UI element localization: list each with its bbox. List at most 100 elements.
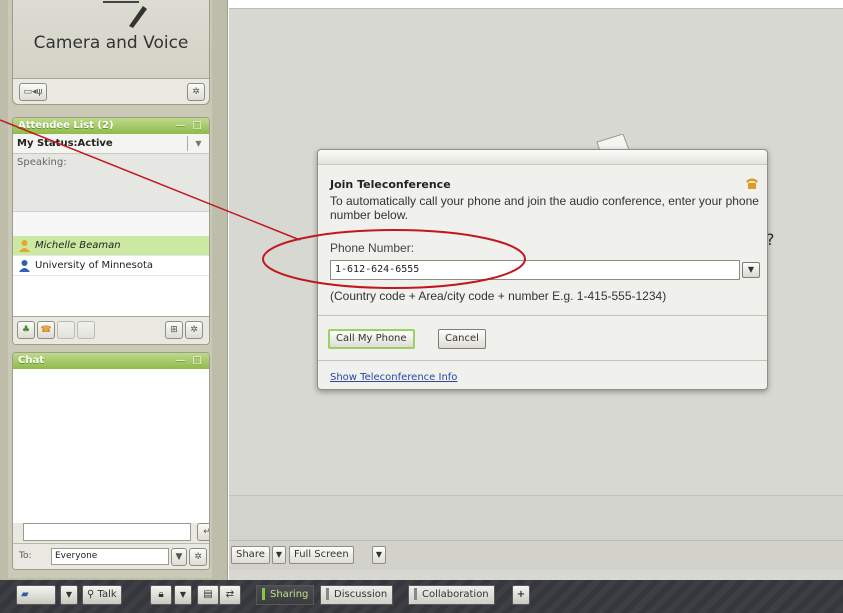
tab-label: Sharing — [270, 589, 309, 600]
lock-button-2[interactable]: ▤ — [197, 585, 219, 605]
list-item[interactable]: Michelle Beaman — [13, 236, 209, 256]
my-status-label: My Status:Active — [17, 138, 113, 149]
chevron-down-icon: ▼ — [175, 552, 183, 562]
plus-icon: + — [516, 589, 526, 600]
send-button[interactable]: ↵ — [197, 523, 209, 541]
lock-dropdown[interactable]: ▼ — [174, 585, 192, 605]
layout-button[interactable]: ⇄ — [219, 585, 241, 605]
chevron-down-icon: ▼ — [375, 550, 383, 559]
tab-label: Discussion — [334, 589, 388, 600]
camera-voice-title: Camera and Voice — [33, 33, 189, 53]
chevron-down-icon[interactable]: ▼ — [187, 136, 209, 151]
add-tab-button[interactable]: + — [512, 585, 530, 605]
telephone-icon — [746, 178, 758, 189]
talk-label: Talk — [97, 589, 117, 600]
attendee-name: University of Minnesota — [35, 260, 154, 271]
chevron-down-icon: ▼ — [179, 590, 187, 599]
phone-number-dropdown[interactable]: ▼ — [742, 262, 760, 278]
add-attendee-button[interactable]: ♣ — [17, 321, 35, 339]
phone-number-field[interactable]: 1-612-624-6555 — [330, 260, 740, 280]
presenter-icon — [19, 240, 30, 252]
list-item[interactable]: University of Minnesota — [13, 256, 209, 276]
attendee-list-spacer — [13, 212, 209, 236]
gear-icon: ✲ — [190, 325, 198, 335]
to-label: To: — [19, 551, 32, 561]
camera-toolbar: ▭◂ψ ✲ — [13, 78, 209, 104]
dialog-title-bar — [318, 150, 767, 165]
talk-button[interactable]: ⚲ Talk — [82, 585, 122, 605]
attendee-panel-header: Attendee List (2) — □ — [13, 118, 209, 134]
attendee-panel-title: Attendee List (2) — [18, 120, 114, 131]
main-menu-dropdown[interactable]: ▼ — [60, 585, 78, 605]
attendee-icon — [19, 260, 30, 272]
chat-messages — [13, 369, 209, 523]
gear-icon: ✲ — [192, 87, 200, 97]
share-dropdown-button[interactable]: ▼ — [272, 546, 286, 564]
chat-panel: Chat — □ ↵ To: Everyone ▼ ✲ — [12, 352, 210, 570]
camera-icon: ▭◂ — [23, 87, 37, 97]
tab-indicator — [326, 588, 329, 600]
phone-number-hint: (Country code + Area/city code + number … — [330, 289, 667, 303]
speaking-area: Speaking: — [13, 154, 209, 212]
chevron-down-icon: ▼ — [275, 550, 283, 559]
camera-mic-button[interactable]: ▭◂ψ — [19, 83, 47, 101]
share-label: Share — [236, 549, 265, 560]
enter-icon: ↵ — [203, 527, 209, 537]
share-button[interactable]: Share — [231, 546, 270, 564]
call-my-phone-button[interactable]: Call My Phone — [328, 329, 415, 349]
people-icon: ♣ — [21, 325, 31, 335]
pen-icon — [103, 1, 147, 28]
main-bottom-area — [229, 495, 843, 540]
attendee-panel: Attendee List (2) — □ My Status:Active ▼… — [12, 117, 210, 345]
camera-voice-panel: Camera and Voice ▭◂ψ ✲ — [12, 0, 210, 105]
meeting-icon: ▰ — [21, 589, 29, 600]
tab-indicator — [262, 588, 265, 600]
layout-icon: ⇄ — [225, 589, 235, 600]
gear-icon: ✲ — [194, 552, 202, 562]
tab-collaboration[interactable]: Collaboration — [408, 585, 495, 605]
dialog-description: To automatically call your phone and joi… — [330, 194, 759, 222]
microphone-icon: ⚲ — [87, 589, 98, 600]
chat-panel-window-controls[interactable]: — □ — [175, 353, 204, 369]
lock-icon: 🔒︎ — [158, 589, 164, 600]
speaking-label: Speaking: — [17, 157, 67, 168]
tab-indicator — [414, 588, 417, 600]
phone-icon: ☎ — [40, 325, 52, 335]
lock-button[interactable]: 🔒︎ — [150, 585, 172, 605]
dialog-title: Join Teleconference — [330, 178, 451, 191]
main-menu-button[interactable]: ▰ — [16, 585, 56, 605]
join-teleconference-dialog: Join Teleconference To automatically cal… — [317, 149, 768, 390]
fullscreen-dropdown-button[interactable]: ▼ — [372, 546, 386, 564]
divider — [318, 360, 767, 361]
bottom-bar: ▰ ▼ ⚲ Talk 🔒︎ ▼ ▤ ⇄ Sharing Discussion C… — [0, 580, 843, 613]
fullscreen-button[interactable]: Full Screen — [289, 546, 354, 564]
attendee-toolbar: ♣ ☎ ⊞ ✲ — [13, 316, 209, 344]
phone-button[interactable]: ☎ — [37, 321, 55, 339]
attendee-panel-window-controls[interactable]: — □ — [175, 118, 204, 134]
grid-view-button[interactable]: ⊞ — [165, 321, 183, 339]
mic-icon: ψ — [36, 87, 43, 97]
grid-icon: ⊞ — [170, 325, 178, 335]
recipient-select[interactable]: Everyone — [51, 548, 169, 565]
attendee-settings-button[interactable]: ✲ — [185, 321, 203, 339]
tab-discussion[interactable]: Discussion — [320, 585, 394, 605]
tab-label: Collaboration — [422, 589, 489, 600]
disabled-button-1[interactable] — [57, 321, 75, 339]
chat-panel-title: Chat — [18, 355, 44, 366]
camera-settings-button[interactable]: ✲ — [187, 83, 205, 101]
phone-number-label: Phone Number: — [330, 241, 415, 255]
disabled-button-2[interactable] — [77, 321, 95, 339]
chat-settings-button[interactable]: ✲ — [189, 548, 207, 566]
recipient-dropdown-button[interactable]: ▼ — [171, 548, 187, 566]
lock-icon: ▤ — [203, 589, 213, 600]
main-toolbar: Share ▼ Full Screen ▼ — [229, 540, 843, 570]
recipient-value: Everyone — [55, 551, 98, 561]
tab-sharing[interactable]: Sharing — [256, 585, 315, 605]
chat-recipient-row: To: Everyone ▼ ✲ — [13, 543, 209, 569]
chat-input[interactable] — [23, 523, 191, 541]
my-status-select[interactable]: My Status:Active ▼ — [13, 134, 209, 154]
chevron-down-icon: ▼ — [747, 265, 755, 274]
show-teleconference-info-link[interactable]: Show Teleconference Info — [330, 372, 457, 383]
cancel-button[interactable]: Cancel — [438, 329, 486, 349]
divider — [318, 315, 767, 316]
